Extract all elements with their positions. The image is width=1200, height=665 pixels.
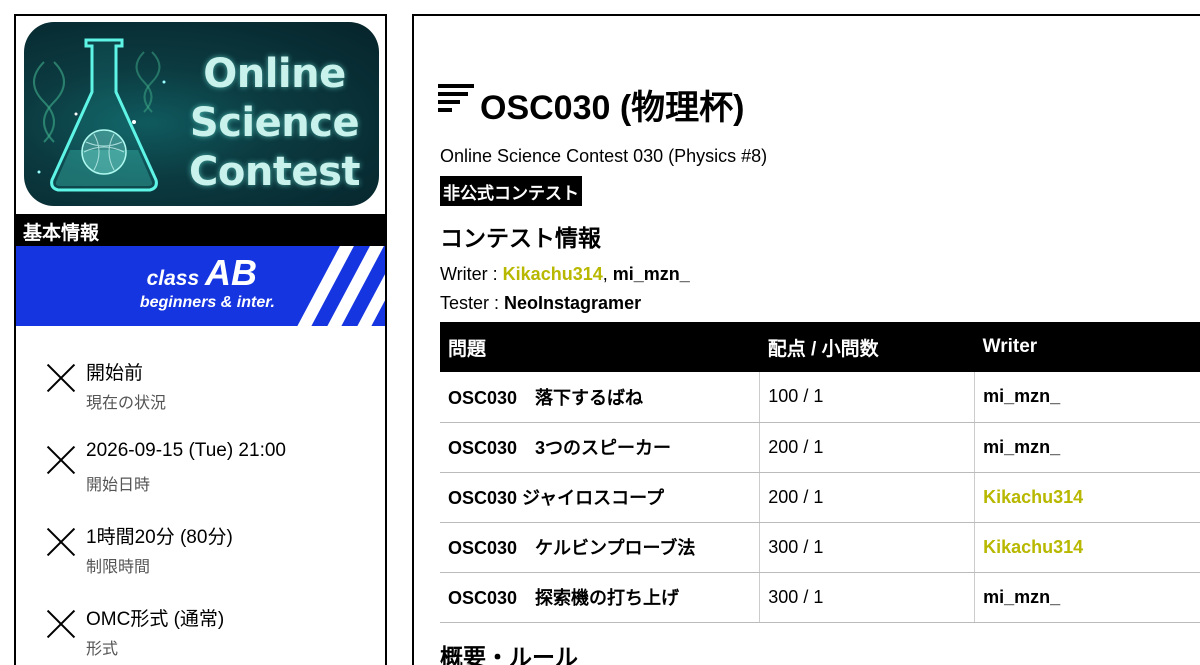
- column-header-score: 配点 / 小問数: [759, 322, 975, 372]
- tester-label: Tester :: [440, 293, 505, 313]
- class-label: AB: [205, 252, 257, 293]
- cross-icon: [46, 362, 76, 392]
- contest-info-title: コンテスト情報: [440, 225, 601, 251]
- table-header-row: 問題 配点 / 小問数 Writer: [440, 322, 1200, 372]
- class-name: class AB: [147, 252, 257, 294]
- menu-lines-icon: [438, 80, 474, 116]
- writer-link[interactable]: mi_mzn_: [613, 264, 690, 284]
- info-label: 現在の状況: [86, 395, 167, 412]
- problem-writer-link[interactable]: Kikachu314: [974, 522, 1200, 573]
- info-item-duration: 1時間20分 (80分) 制限時間: [16, 510, 385, 592]
- table-row[interactable]: OSC030 落下するばね 100 / 1 mi_mzn_: [440, 372, 1200, 423]
- class-subtitle: beginners & inter.: [139, 294, 275, 311]
- writer-line: Writer : Kikachu314, mi_mzn_: [440, 264, 690, 285]
- table-row[interactable]: OSC030 ジャイロスコープ 200 / 1 Kikachu314: [440, 472, 1200, 523]
- problem-name-link[interactable]: OSC030 ケルビンプローブ法: [440, 522, 761, 573]
- problem-score: 300 / 1: [759, 572, 976, 623]
- column-header-writer: Writer: [974, 322, 1200, 372]
- problem-writer-link[interactable]: mi_mzn_: [974, 422, 1200, 473]
- tester-link[interactable]: NeoInstagramer: [504, 293, 641, 313]
- logo-text: Online Science Contest: [172, 50, 377, 197]
- writer-label: Writer :: [440, 264, 503, 284]
- cross-icon: [46, 444, 76, 474]
- class-banner: class AB beginners & inter.: [16, 246, 385, 326]
- problem-writer-link[interactable]: mi_mzn_: [974, 572, 1200, 623]
- cross-icon: [46, 608, 76, 638]
- logo-line-2: Science: [189, 100, 360, 146]
- info-item-start-time: 2026-09-15 (Tue) 21:00 開始日時: [16, 428, 385, 510]
- table-row[interactable]: OSC030 3つのスピーカー 200 / 1 mi_mzn_: [440, 422, 1200, 473]
- problem-score: 300 / 1: [759, 522, 976, 573]
- writer-separator: ,: [602, 264, 613, 284]
- info-item-status: 開始前 現在の状況: [16, 346, 385, 428]
- main-content: OSC030 (物理杯) Online Science Contest 030 …: [412, 14, 1200, 665]
- info-list: 開始前 現在の状況 2026-09-15 (Tue) 21:00 開始日時 1時…: [16, 346, 385, 665]
- unofficial-badge: 非公式コンテスト: [440, 176, 582, 206]
- problem-score: 200 / 1: [759, 472, 976, 523]
- cross-icon: [46, 526, 76, 556]
- class-prefix: class: [146, 267, 200, 290]
- table-row[interactable]: OSC030 ケルビンプローブ法 300 / 1 Kikachu314: [440, 522, 1200, 573]
- problem-name-link[interactable]: OSC030 ジャイロスコープ: [440, 472, 761, 523]
- info-value: 2026-09-15 (Tue) 21:00: [86, 440, 286, 461]
- rules-title: 概要・ルール: [440, 644, 578, 665]
- problem-score: 100 / 1: [759, 372, 976, 423]
- info-value: 開始前: [86, 363, 144, 384]
- info-label: 形式: [86, 641, 119, 658]
- contest-subtitle: Online Science Contest 030 (Physics #8): [440, 146, 768, 166]
- problem-writer-link[interactable]: mi_mzn_: [974, 372, 1200, 423]
- table-row[interactable]: OSC030 探索機の打ち上げ 300 / 1 mi_mzn_: [440, 572, 1200, 623]
- problem-score: 200 / 1: [759, 422, 976, 473]
- problem-name-link[interactable]: OSC030 3つのスピーカー: [440, 422, 761, 473]
- basic-info-header: 基本情報: [16, 214, 385, 246]
- contest-logo[interactable]: Online Science Contest: [24, 22, 379, 206]
- info-value: OMC形式 (通常): [86, 609, 225, 630]
- column-header-problem: 問題: [440, 322, 760, 372]
- sidebar: Online Science Contest 基本情報 class AB beg…: [14, 14, 387, 665]
- info-item-format: OMC形式 (通常) 形式: [16, 592, 385, 665]
- page-title: OSC030 (物理杯): [480, 89, 745, 127]
- logo-line-3: Contest: [189, 149, 361, 195]
- info-label: 制限時間: [86, 559, 151, 576]
- writer-link[interactable]: Kikachu314: [503, 264, 603, 284]
- logo-line-1: Online: [203, 51, 346, 97]
- tester-line: Tester : NeoInstagramer: [440, 293, 641, 314]
- problem-name-link[interactable]: OSC030 落下するばね: [440, 372, 761, 423]
- problem-table: 問題 配点 / 小問数 Writer OSC030 落下するばね 100 / 1m…: [440, 322, 1200, 623]
- info-label: 開始日時: [86, 477, 151, 494]
- info-value: 1時間20分 (80分): [86, 527, 233, 548]
- problem-writer-link[interactable]: Kikachu314: [974, 472, 1200, 523]
- problem-name-link[interactable]: OSC030 探索機の打ち上げ: [440, 572, 761, 623]
